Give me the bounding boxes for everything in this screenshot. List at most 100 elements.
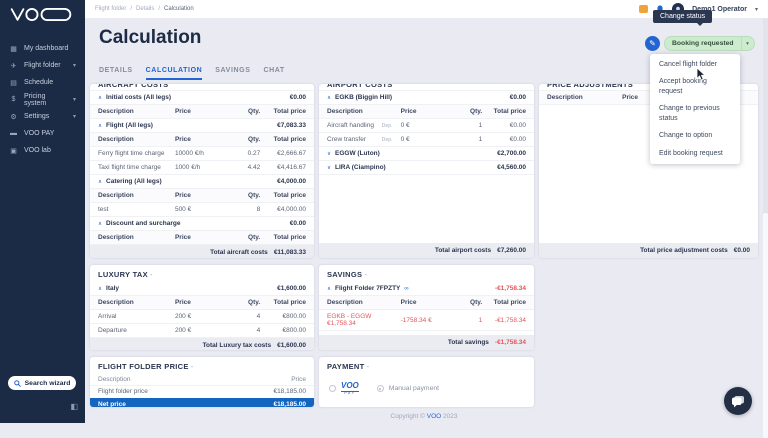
sidebar-collapse-icon[interactable]: ◧ <box>70 402 78 411</box>
payment-option-manual[interactable]: Manual payment <box>377 385 439 392</box>
manual-payment-radio[interactable] <box>377 385 384 392</box>
menu-item-change-to-previous-status[interactable]: Change to previous status <box>650 100 740 127</box>
sidebar-item-pricing-system[interactable]: $ Pricing system ▾ <box>0 91 85 108</box>
breadcrumb: Flight folder / Details / Calculation <box>95 6 194 12</box>
manual-payment-label: Manual payment <box>389 385 439 392</box>
page-scrollbar[interactable] <box>763 18 768 423</box>
chat-bubble-icon <box>731 395 745 408</box>
luxury-tax-title: LUXURY TAX- <box>90 265 314 282</box>
sidebar-item-label: Schedule <box>24 79 53 86</box>
savings-total: Total savings -€1,758.34 <box>319 335 534 350</box>
status-dropdown-menu: Cancel flight folder Accept booking requ… <box>650 54 740 164</box>
table-row: test 500 € 8 €4,000.00 <box>90 203 314 217</box>
change-status-tooltip: Change status <box>653 10 712 23</box>
sidebar-item-my-dashboard[interactable]: ▦ My dashboard <box>0 40 85 57</box>
chevron-down-icon: ▾ <box>73 62 76 69</box>
group-italy[interactable]: ∧ Italy €1,600.00 <box>90 282 314 296</box>
page-title: Calculation <box>99 27 201 49</box>
column-headers: Description Price Qty. Total price <box>90 189 314 203</box>
group-flight-folder-7fpzty[interactable]: ∧ Flight Folder 7FPZTY ∞ -€1,758.34 <box>319 282 534 296</box>
voopay-radio[interactable] <box>329 385 336 392</box>
payment-card: PAYMENT- VOO PAY Manual payment <box>319 357 534 407</box>
messages-icon[interactable] <box>639 5 648 13</box>
menu-item-cancel-flight-folder[interactable]: Cancel flight folder <box>650 56 740 73</box>
chevron-down-icon: ▾ <box>746 41 749 47</box>
sidebar-item-label: Settings <box>24 113 49 120</box>
aircraft-costs-header: AIRCRAFT COSTS <box>90 84 314 91</box>
chevron-up-icon: ∧ <box>98 221 102 227</box>
calendar-icon: ▤ <box>9 79 18 87</box>
sidebar-menu: ▦ My dashboard ✈ Flight folder ▾ ▤ Sched… <box>0 40 85 159</box>
menu-item-edit-booking-request[interactable]: Edit booking request <box>650 145 740 162</box>
tab-details[interactable]: DETAILS <box>99 67 133 80</box>
sidebar-item-settings[interactable]: ⚙ Settings ▾ <box>0 108 85 125</box>
lab-icon: ▣ <box>9 147 18 155</box>
column-headers: Description Price Qty. Total price <box>319 105 534 119</box>
payment-options: VOO PAY Manual payment <box>319 374 534 404</box>
group-catering[interactable]: ∧ Catering (All legs) €4,000.00 <box>90 175 314 189</box>
group-lira[interactable]: ∨ LIRA (Ciampino) €4,560.00 <box>319 161 534 175</box>
collapse-icon[interactable]: - <box>191 362 194 371</box>
chevron-up-icon: ∧ <box>98 123 102 129</box>
savings-title: SAVINGS- <box>319 265 534 282</box>
chevron-up-icon: ∧ <box>98 95 102 101</box>
sidebar-item-label: Pricing system <box>24 93 67 107</box>
sidebar: ▦ My dashboard ✈ Flight folder ▾ ▤ Sched… <box>0 0 85 423</box>
table-row: Departure 200 € 4 €800.00 <box>90 324 314 338</box>
departure-tag: Dep. <box>382 123 397 129</box>
chevron-down-icon[interactable]: ▾ <box>755 6 758 13</box>
menu-item-accept-booking-request[interactable]: Accept booking request <box>650 73 740 100</box>
group-egkb[interactable]: ∧ EGKB (Biggin Hill) €0.00 <box>319 91 534 105</box>
payment-option-voopay[interactable]: VOO PAY <box>329 382 359 396</box>
luxury-tax-total: Total Luxury tax costs €1,600.00 <box>90 338 314 350</box>
table-row: Ferry flight time charge 10000 €/h 0.27 … <box>90 147 314 161</box>
search-wizard-label: Search wizard <box>25 380 71 387</box>
column-headers: Description Price Qty. Total price <box>90 296 314 310</box>
savings-card: SAVINGS- ∧ Flight Folder 7FPZTY ∞ -€1,75… <box>319 265 534 350</box>
flight-folder-price-card: FLIGHT FOLDER PRICE- Description Price F… <box>90 357 314 407</box>
scrollbar-thumb[interactable] <box>763 213 768 438</box>
sidebar-item-flight-folder[interactable]: ✈ Flight folder ▾ <box>0 57 85 74</box>
search-wizard-button[interactable]: Search wizard <box>8 376 76 390</box>
chat-widget-button[interactable] <box>724 387 752 415</box>
breadcrumb-flight-folder[interactable]: Flight folder <box>95 6 126 12</box>
mouse-cursor-icon <box>696 68 707 81</box>
group-eggw[interactable]: ∨ EGGW (Luton) €2,700.00 <box>319 147 534 161</box>
chevron-up-icon: ∧ <box>98 179 102 185</box>
link-icon[interactable]: ∞ <box>404 286 408 292</box>
wrench-icon: ⚙ <box>9 113 18 121</box>
status-split-button[interactable]: Booking requested ▾ <box>664 36 755 51</box>
airport-costs-header: AIRPORT COSTS <box>319 84 534 91</box>
tab-calculation[interactable]: CALCULATION <box>146 67 203 80</box>
aircraft-costs-total: Total aircraft costs €11,083.33 <box>90 245 314 258</box>
group-discount-surcharge[interactable]: ∧ Discount and surcharge €0.00 <box>90 217 314 231</box>
departure-tag: Dep. <box>382 137 397 143</box>
column-headers: Description Price Qty. Total price <box>90 105 314 119</box>
table-row: Aircraft handling Dep. 0 € 1 €0.00 <box>319 119 534 133</box>
tab-savings[interactable]: SAVINGS <box>215 67 250 80</box>
footer-brand-link[interactable]: VOO <box>427 413 441 420</box>
sidebar-item-label: VOO lab <box>24 147 51 154</box>
status-button-label[interactable]: Booking requested <box>665 37 741 50</box>
breadcrumb-calculation: Calculation <box>164 6 194 12</box>
group-initial-costs[interactable]: ∧ Initial costs (All legs) €0.00 <box>90 91 314 105</box>
edit-button[interactable]: ✎ <box>645 36 660 51</box>
status-caret-section[interactable]: ▾ <box>741 37 754 50</box>
sidebar-item-schedule[interactable]: ▤ Schedule <box>0 74 85 91</box>
luxury-tax-card: LUXURY TAX- ∧ Italy €1,600.00 Descriptio… <box>90 265 314 350</box>
collapse-icon[interactable]: - <box>367 362 370 371</box>
menu-item-change-to-option[interactable]: Change to option <box>650 127 740 144</box>
chevron-up-icon: ∧ <box>327 95 331 101</box>
breadcrumb-details[interactable]: Details <box>136 6 154 12</box>
group-flight[interactable]: ∧ Flight (All legs) €7,083.33 <box>90 119 314 133</box>
tab-chat[interactable]: CHAT <box>263 67 284 80</box>
sidebar-item-label: VOO PAY <box>24 130 54 137</box>
voopay-logo: VOO PAY <box>341 382 359 396</box>
collapse-icon[interactable]: - <box>150 270 153 279</box>
aircraft-costs-card: AIRCRAFT COSTS ∧ Initial costs (All legs… <box>90 84 314 258</box>
collapse-icon[interactable]: - <box>364 270 367 279</box>
sidebar-item-voo-pay[interactable]: ▬ VOO PAY <box>0 125 85 142</box>
net-price-row: Net price €18,185.00 <box>90 398 314 407</box>
sidebar-item-voo-lab[interactable]: ▣ VOO lab <box>0 142 85 159</box>
chevron-up-icon: ∧ <box>327 286 331 292</box>
